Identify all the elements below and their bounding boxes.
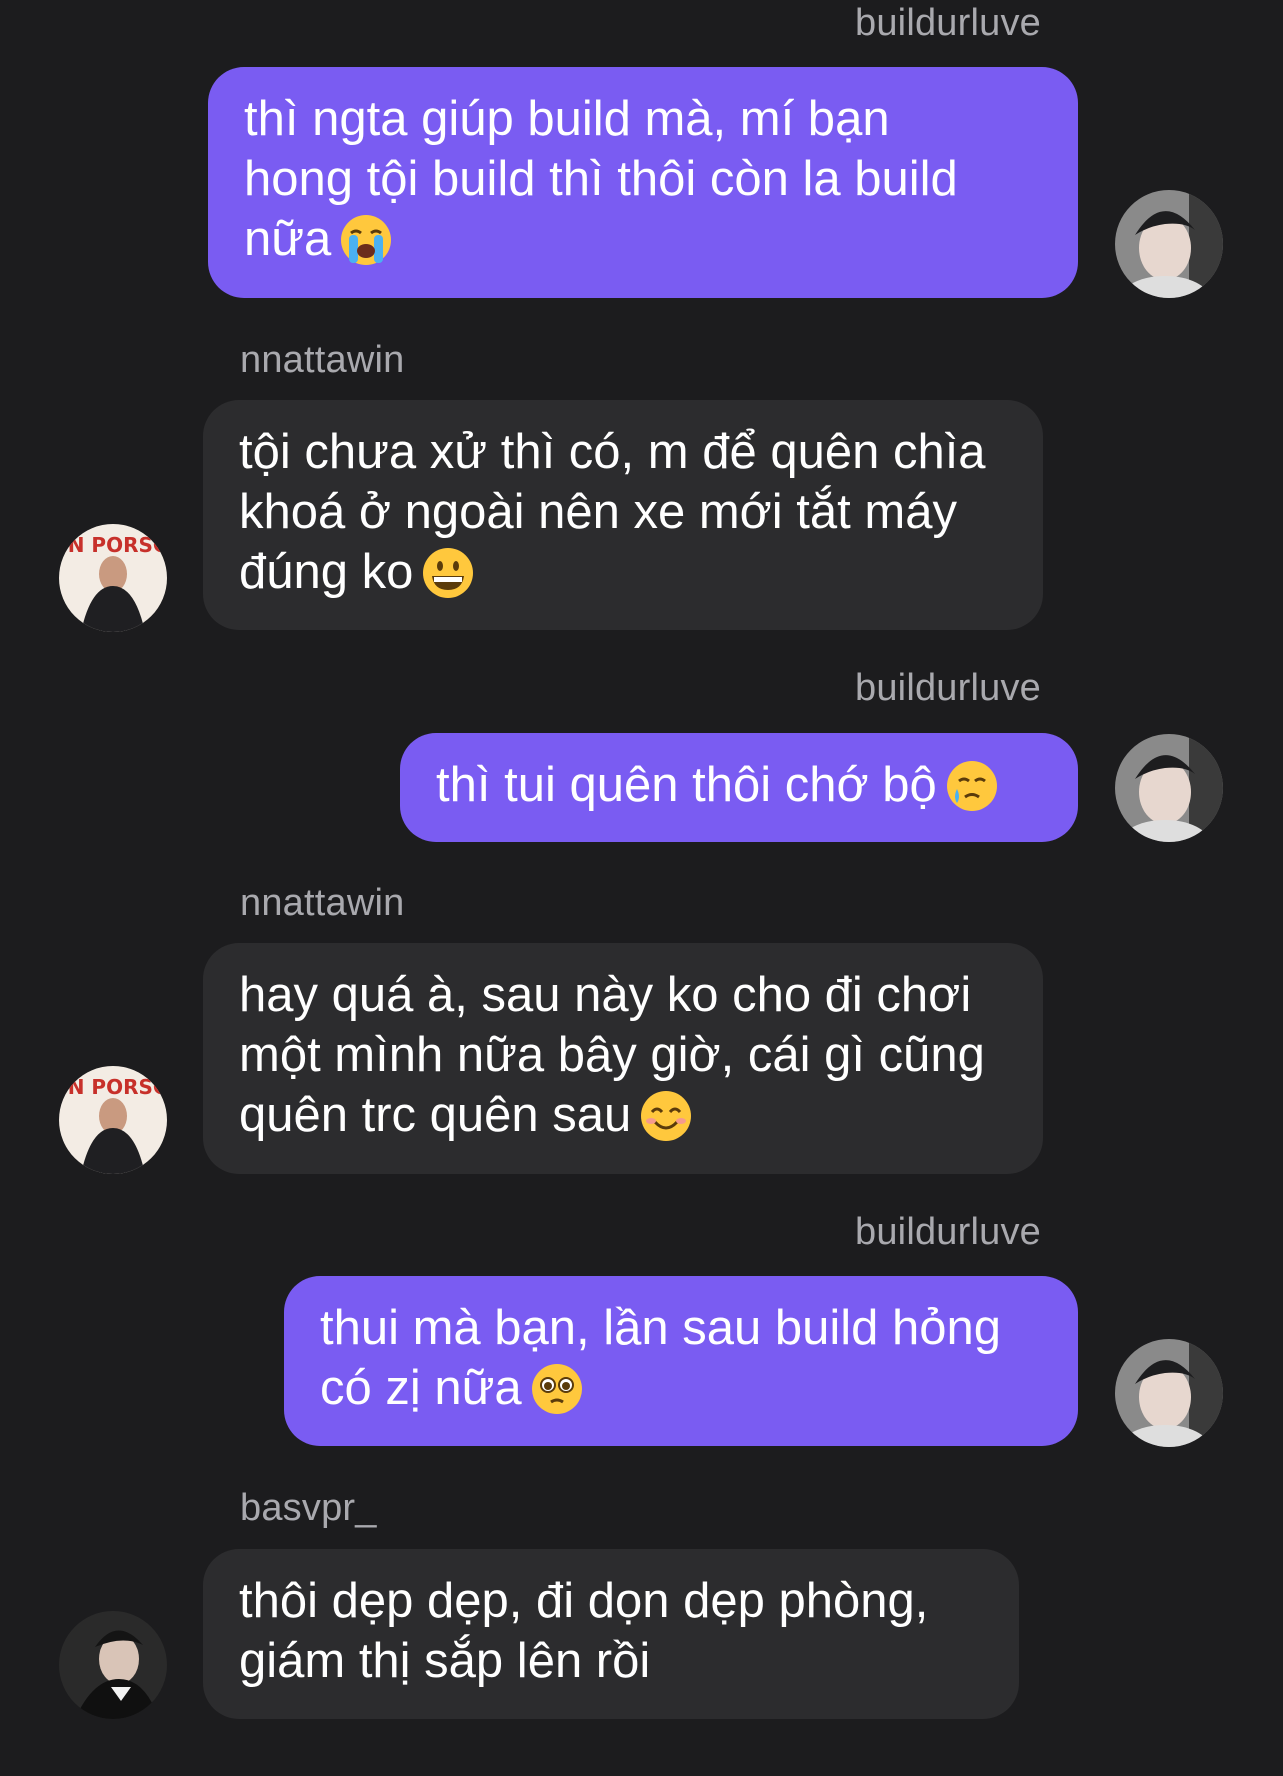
sender-name: buildurluve [855, 667, 1041, 709]
avatar-overlay-text: KINN PORSCHE [59, 533, 167, 557]
message-line-wrap: quên trc quên sau [239, 1085, 1007, 1145]
message-bubble[interactable]: hay quá à, sau này ko cho đi chơi một mì… [203, 943, 1043, 1174]
avatar[interactable] [1115, 1339, 1223, 1447]
avatar[interactable] [59, 1611, 167, 1719]
chat-thread: buildurluve thì ngta giúp build mà, mí b… [0, 0, 1283, 1776]
message-line-wrap: nữa [244, 209, 1042, 269]
message-line-wrap: thì tui quên thôi chớ bộ [436, 755, 1042, 815]
avatar-buildurluve-icon [1115, 190, 1223, 298]
sender-name: buildurluve [855, 1211, 1041, 1253]
message-line: nữa [244, 212, 332, 266]
smiling-face-with-smiling-eyes-emoji [639, 1089, 693, 1143]
message-line: có zị nữa [320, 1361, 522, 1415]
avatar[interactable]: KINN PORSCHE [59, 1066, 167, 1174]
message-bubble[interactable]: thui mà bạn, lần sau build hỏng có zị nữ… [284, 1276, 1078, 1446]
message-bubble[interactable]: thì tui quên thôi chớ bộ [400, 733, 1078, 842]
sender-name: basvpr_ [240, 1487, 377, 1529]
message-line-wrap: đúng ko [239, 542, 1007, 602]
message-line: thì ngta giúp build mà, mí bạn [244, 92, 890, 146]
avatar[interactable] [1115, 734, 1223, 842]
message-line: thôi dẹp dẹp, đi dọn dẹp phòng, [239, 1574, 929, 1628]
message-line: giám thị sắp lên rồi [239, 1634, 651, 1688]
sender-name: buildurluve [855, 2, 1041, 44]
avatar[interactable]: KINN PORSCHE [59, 524, 167, 632]
message-line: quên trc quên sau [239, 1088, 632, 1142]
avatar-buildurluve-icon [1115, 734, 1223, 842]
avatar-nnattawin-icon: KINN PORSCHE [59, 524, 167, 632]
avatar-buildurluve-icon [1115, 1339, 1223, 1447]
loudly-crying-face-emoji [339, 213, 393, 267]
message-line: tội chưa xử thì có, m để quên chìa [239, 425, 986, 479]
grinning-face-emoji [421, 546, 475, 600]
message-line: đúng ko [239, 545, 414, 599]
avatar-basvpr-icon [59, 1611, 167, 1719]
message-line: thì tui quên thôi chớ bộ [436, 758, 937, 812]
message-line: hay quá à, sau này ko cho đi chơi [239, 968, 972, 1022]
sender-name: nnattawin [240, 882, 405, 924]
message-line: một mình nữa bây giờ, cái gì cũng [239, 1028, 985, 1082]
pleading-face-emoji [530, 1362, 584, 1416]
avatar[interactable] [1115, 190, 1223, 298]
message-bubble[interactable]: thì ngta giúp build mà, mí bạn hong tội … [208, 67, 1078, 298]
message-bubble[interactable]: tội chưa xử thì có, m để quên chìa khoá … [203, 400, 1043, 630]
message-bubble[interactable]: thôi dẹp dẹp, đi dọn dẹp phòng, giám thị… [203, 1549, 1019, 1719]
avatar-overlay-text: KINN PORSCHE [59, 1075, 167, 1099]
message-line-wrap: có zị nữa [320, 1358, 1042, 1418]
message-line: khoá ở ngoài nên xe mới tắt máy [239, 485, 957, 539]
message-line: thui mà bạn, lần sau build hỏng [320, 1301, 1002, 1355]
face-holding-back-tears-emoji [945, 759, 999, 813]
message-line: hong tội build thì thôi còn la build [244, 152, 958, 206]
avatar-nnattawin-icon: KINN PORSCHE [59, 1066, 167, 1174]
sender-name: nnattawin [240, 339, 405, 381]
